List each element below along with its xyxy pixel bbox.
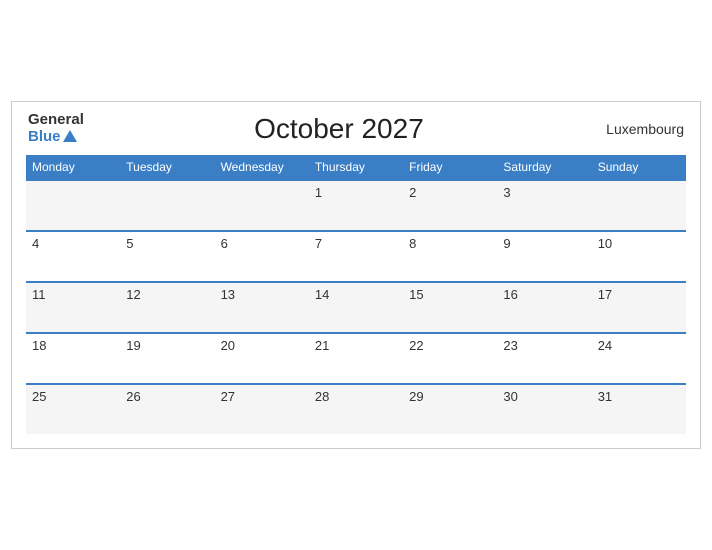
day-number: 14 bbox=[315, 287, 329, 302]
day-number: 7 bbox=[315, 236, 322, 251]
header-tuesday: Tuesday bbox=[120, 155, 214, 180]
day-number: 4 bbox=[32, 236, 39, 251]
calendar-week-row: 4 5 6 7 8 9 10 bbox=[26, 231, 686, 282]
calendar-cell: 2 bbox=[403, 180, 497, 231]
day-number: 15 bbox=[409, 287, 423, 302]
header-monday: Monday bbox=[26, 155, 120, 180]
calendar-cell bbox=[592, 180, 686, 231]
calendar-cell: 15 bbox=[403, 282, 497, 333]
day-number: 9 bbox=[503, 236, 510, 251]
day-number: 21 bbox=[315, 338, 329, 353]
calendar-cell bbox=[26, 180, 120, 231]
calendar-week-row: 11 12 13 14 15 16 17 bbox=[26, 282, 686, 333]
calendar-cell: 6 bbox=[215, 231, 309, 282]
calendar-cell: 21 bbox=[309, 333, 403, 384]
calendar-cell: 4 bbox=[26, 231, 120, 282]
calendar-cell: 26 bbox=[120, 384, 214, 434]
calendar-cell: 27 bbox=[215, 384, 309, 434]
day-number: 23 bbox=[503, 338, 517, 353]
header-friday: Friday bbox=[403, 155, 497, 180]
day-number: 20 bbox=[221, 338, 235, 353]
day-number: 11 bbox=[32, 287, 46, 302]
calendar-week-row: 25 26 27 28 29 30 31 bbox=[26, 384, 686, 434]
day-number: 29 bbox=[409, 389, 423, 404]
calendar: General Blue October 2027 Luxembourg Mon… bbox=[11, 101, 701, 449]
calendar-cell: 10 bbox=[592, 231, 686, 282]
header-saturday: Saturday bbox=[497, 155, 591, 180]
day-number: 3 bbox=[503, 185, 510, 200]
logo-blue-text: Blue bbox=[28, 129, 84, 146]
day-number: 25 bbox=[32, 389, 46, 404]
country-label: Luxembourg bbox=[594, 121, 684, 137]
day-number: 1 bbox=[315, 185, 322, 200]
day-number: 13 bbox=[221, 287, 235, 302]
calendar-cell: 20 bbox=[215, 333, 309, 384]
logo-triangle-icon bbox=[63, 130, 77, 142]
calendar-cell: 7 bbox=[309, 231, 403, 282]
calendar-week-row: 18 19 20 21 22 23 24 bbox=[26, 333, 686, 384]
day-number: 27 bbox=[221, 389, 235, 404]
header-thursday: Thursday bbox=[309, 155, 403, 180]
calendar-cell: 23 bbox=[497, 333, 591, 384]
day-number: 22 bbox=[409, 338, 423, 353]
calendar-cell: 22 bbox=[403, 333, 497, 384]
calendar-cell: 17 bbox=[592, 282, 686, 333]
calendar-cell: 30 bbox=[497, 384, 591, 434]
day-number: 10 bbox=[598, 236, 612, 251]
calendar-cell: 5 bbox=[120, 231, 214, 282]
header-wednesday: Wednesday bbox=[215, 155, 309, 180]
day-number: 12 bbox=[126, 287, 140, 302]
calendar-cell: 13 bbox=[215, 282, 309, 333]
day-number: 6 bbox=[221, 236, 228, 251]
logo: General Blue bbox=[28, 112, 84, 145]
day-number: 19 bbox=[126, 338, 140, 353]
calendar-cell: 14 bbox=[309, 282, 403, 333]
day-number: 31 bbox=[598, 389, 612, 404]
calendar-cell: 24 bbox=[592, 333, 686, 384]
calendar-header: General Blue October 2027 Luxembourg bbox=[26, 112, 686, 145]
calendar-cell: 9 bbox=[497, 231, 591, 282]
calendar-cell: 28 bbox=[309, 384, 403, 434]
day-number: 16 bbox=[503, 287, 517, 302]
calendar-cell: 29 bbox=[403, 384, 497, 434]
calendar-cell: 25 bbox=[26, 384, 120, 434]
calendar-week-row: 1 2 3 bbox=[26, 180, 686, 231]
day-number: 26 bbox=[126, 389, 140, 404]
calendar-cell: 8 bbox=[403, 231, 497, 282]
calendar-cell: 18 bbox=[26, 333, 120, 384]
calendar-cell: 1 bbox=[309, 180, 403, 231]
day-number: 8 bbox=[409, 236, 416, 251]
calendar-cell: 3 bbox=[497, 180, 591, 231]
header-sunday: Sunday bbox=[592, 155, 686, 180]
day-number: 17 bbox=[598, 287, 612, 302]
calendar-cell: 11 bbox=[26, 282, 120, 333]
day-number: 30 bbox=[503, 389, 517, 404]
weekday-header-row: Monday Tuesday Wednesday Thursday Friday… bbox=[26, 155, 686, 180]
calendar-title: October 2027 bbox=[84, 113, 594, 145]
logo-general-text: General bbox=[28, 112, 84, 129]
calendar-cell bbox=[215, 180, 309, 231]
calendar-cell: 12 bbox=[120, 282, 214, 333]
day-number: 2 bbox=[409, 185, 416, 200]
calendar-cell bbox=[120, 180, 214, 231]
calendar-table: Monday Tuesday Wednesday Thursday Friday… bbox=[26, 155, 686, 434]
calendar-cell: 31 bbox=[592, 384, 686, 434]
calendar-cell: 19 bbox=[120, 333, 214, 384]
day-number: 18 bbox=[32, 338, 46, 353]
day-number: 24 bbox=[598, 338, 612, 353]
day-number: 5 bbox=[126, 236, 133, 251]
day-number: 28 bbox=[315, 389, 329, 404]
calendar-cell: 16 bbox=[497, 282, 591, 333]
